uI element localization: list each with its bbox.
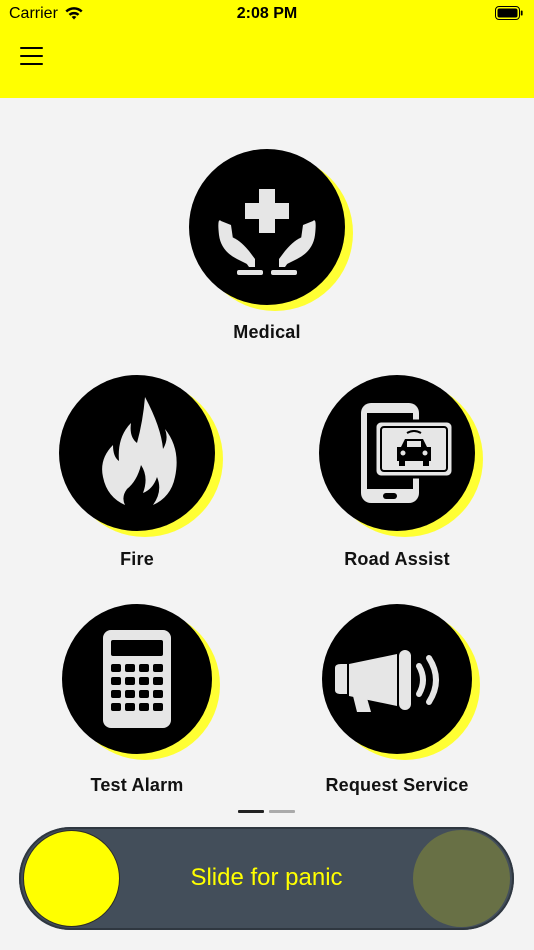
road-assist-label: Road Assist	[344, 549, 450, 569]
request-service-tile[interactable]: Request Service	[319, 602, 489, 802]
status-bar: Carrier 2:08 PM	[0, 0, 534, 28]
phone-car-icon	[319, 375, 483, 537]
road-assist-tile[interactable]: Road Assist	[317, 373, 487, 573]
fire-tile[interactable]: Fire	[57, 373, 227, 573]
page-indicator	[238, 810, 298, 814]
test-alarm-label: Test Alarm	[90, 775, 184, 795]
app-header: Carrier 2:08 PM	[0, 0, 534, 98]
megaphone-icon	[322, 604, 480, 760]
calculator-icon	[62, 604, 220, 760]
medical-hands-cross-icon	[189, 149, 353, 311]
battery-icon	[495, 6, 523, 20]
fire-label: Fire	[120, 549, 154, 569]
clock: 2:08 PM	[236, 5, 298, 22]
request-service-label: Request Service	[325, 775, 469, 795]
page-dot-inactive[interactable]	[269, 810, 295, 813]
medical-tile[interactable]: Medical	[187, 147, 357, 347]
page-dot-active[interactable]	[238, 810, 264, 813]
test-alarm-tile[interactable]: Test Alarm	[59, 602, 229, 802]
panic-slider-target	[413, 830, 510, 927]
medical-label: Medical	[233, 322, 301, 342]
hamburger-menu-icon[interactable]	[20, 47, 44, 65]
flame-icon	[59, 375, 223, 537]
panic-slider[interactable]: Slide for panic	[19, 827, 514, 930]
